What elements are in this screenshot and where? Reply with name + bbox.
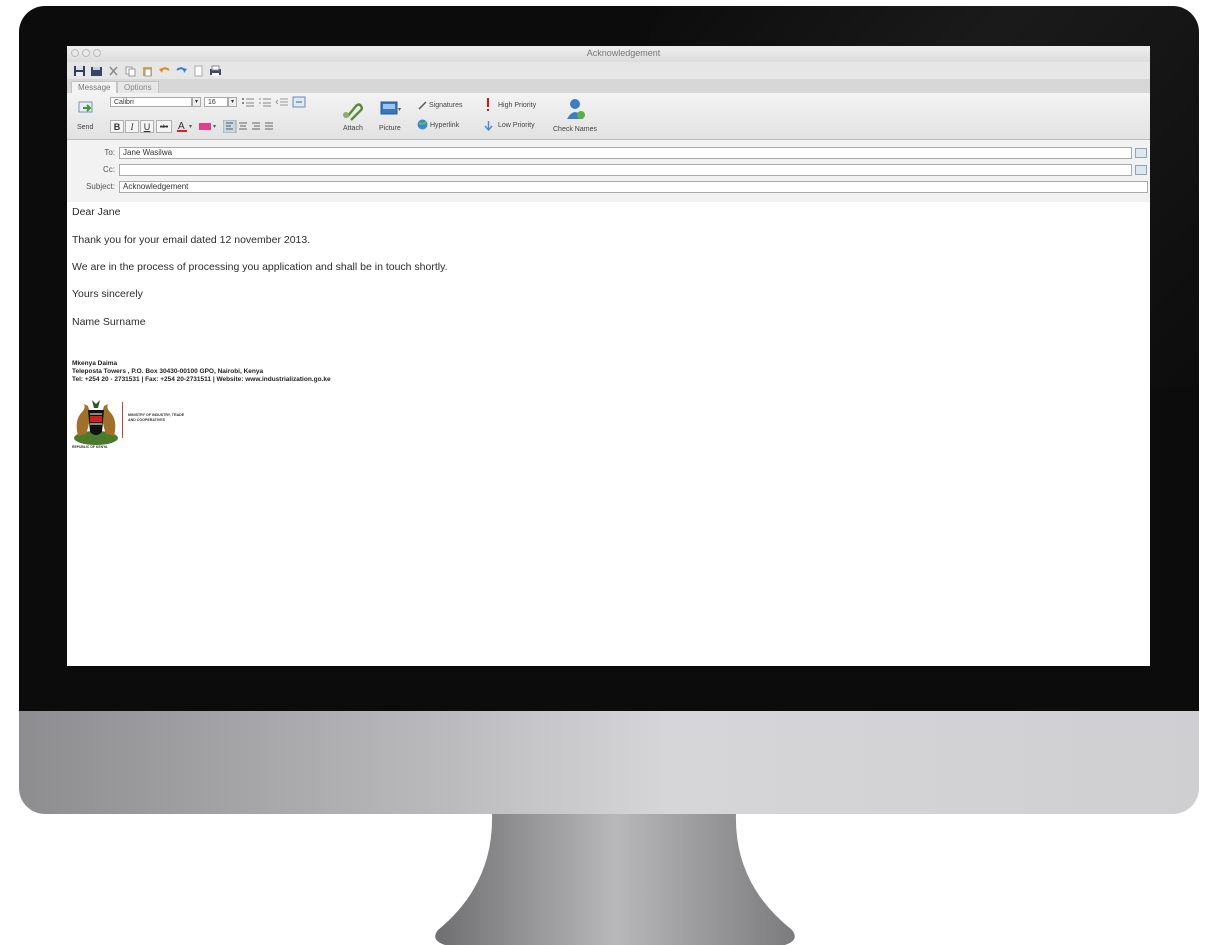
svg-text:▾: ▾ bbox=[398, 107, 401, 113]
increase-indent-icon[interactable] bbox=[292, 96, 306, 108]
republic-label: REPUBLIC OF KENYA bbox=[72, 445, 108, 449]
underline-button[interactable]: U bbox=[140, 120, 154, 133]
send-icon[interactable] bbox=[77, 99, 95, 117]
signature-contact: Tel: +254 20 - 2731531 | Fax: +254 20-27… bbox=[72, 376, 331, 383]
hyperlink-button[interactable]: Hyperlink bbox=[430, 122, 459, 129]
document-icon[interactable] bbox=[192, 65, 205, 77]
message-header: To: Jane Wasilwa Cc: Subject: Acknowledg… bbox=[67, 140, 1150, 202]
greeting-line: Dear Jane bbox=[72, 206, 121, 218]
redo-icon[interactable] bbox=[175, 65, 188, 77]
address-book-icon[interactable] bbox=[1135, 148, 1147, 158]
alignment-icon[interactable] bbox=[223, 120, 277, 133]
closing-line: Yours sincerely bbox=[72, 288, 143, 300]
font-size-dropdown-icon[interactable]: ▾ bbox=[228, 97, 237, 107]
sender-name: Name Surname bbox=[72, 316, 146, 328]
font-size-select[interactable]: 16 bbox=[204, 97, 228, 107]
high-priority-icon[interactable] bbox=[485, 98, 491, 112]
font-color-icon[interactable]: A ▾ bbox=[175, 120, 195, 133]
quick-access-toolbar bbox=[67, 62, 1150, 79]
svg-text:▾: ▾ bbox=[213, 124, 216, 130]
monitor-stand bbox=[435, 814, 795, 945]
title-bar: Acknowledgement bbox=[67, 46, 1150, 62]
subject-row: Subject: Acknowledgement bbox=[67, 181, 1150, 194]
check-names-icon[interactable] bbox=[565, 97, 587, 121]
ribbon-toolbar: Send Calibri ▾ 16 ▾ B I U abc A ▾ ▾ Attac… bbox=[67, 93, 1150, 140]
to-row: To: Jane Wasilwa bbox=[67, 147, 1150, 160]
low-priority-button[interactable]: Low Priority bbox=[498, 122, 535, 129]
ministry-name: MINISTRY OF INDUSTRY, TRADE AND COOPERAT… bbox=[128, 413, 185, 422]
bullet-list-icon[interactable] bbox=[241, 96, 255, 108]
font-name-dropdown-icon[interactable]: ▾ bbox=[192, 97, 201, 107]
highlight-color-icon[interactable]: ▾ bbox=[197, 120, 221, 133]
print-icon[interactable] bbox=[209, 65, 222, 77]
body-line-2: We are in the process of processing you … bbox=[72, 261, 448, 273]
subject-label: Subject: bbox=[86, 182, 115, 191]
ribbon-tabs: Message Options bbox=[67, 79, 1150, 94]
paperclip-icon[interactable] bbox=[341, 101, 363, 121]
undo-icon[interactable] bbox=[158, 65, 171, 77]
picture-button[interactable]: Picture bbox=[379, 125, 401, 132]
kenya-coat-of-arms-icon bbox=[74, 400, 118, 445]
cut-icon[interactable] bbox=[107, 65, 120, 77]
picture-icon[interactable]: ▾ bbox=[380, 99, 402, 117]
signature-icon[interactable] bbox=[418, 101, 428, 110]
paste-icon[interactable] bbox=[141, 65, 154, 77]
svg-text:▾: ▾ bbox=[189, 124, 192, 130]
signature-address: Teleposta Towers , P.O. Box 30430-00100 … bbox=[72, 368, 264, 375]
globe-icon[interactable] bbox=[417, 119, 428, 130]
font-name-select[interactable]: Calibri bbox=[110, 97, 192, 107]
copy-icon[interactable] bbox=[124, 65, 137, 77]
cc-row: Cc: bbox=[67, 164, 1150, 177]
cc-field[interactable] bbox=[119, 164, 1132, 176]
strikethrough-button[interactable]: abc bbox=[156, 120, 172, 133]
cc-label: Cc: bbox=[103, 165, 115, 174]
low-priority-icon[interactable] bbox=[483, 120, 494, 131]
check-names-button[interactable]: Check Names bbox=[553, 126, 597, 133]
subject-field[interactable]: Acknowledgement bbox=[119, 181, 1148, 193]
save-icon[interactable] bbox=[73, 65, 86, 77]
italic-button[interactable]: I bbox=[125, 120, 139, 133]
email-signature: Mkenya Daima Teleposta Towers , P.O. Box… bbox=[72, 360, 331, 384]
window-title: Acknowledgement bbox=[586, 48, 661, 58]
monitor-chin bbox=[19, 711, 1199, 814]
signature-org: Mkenya Daima bbox=[72, 360, 118, 367]
send-button[interactable]: Send bbox=[77, 124, 93, 131]
numbered-list-icon[interactable] bbox=[258, 96, 272, 108]
to-field[interactable]: Jane Wasilwa bbox=[119, 147, 1132, 159]
screen: Acknowledgement Message Options Send Cal… bbox=[67, 46, 1150, 666]
save-draft-icon[interactable] bbox=[90, 65, 103, 77]
decrease-indent-icon[interactable] bbox=[275, 96, 289, 108]
signatures-button[interactable]: Signatures bbox=[429, 102, 462, 109]
high-priority-button[interactable]: High Priority bbox=[498, 102, 536, 109]
to-label: To: bbox=[104, 148, 115, 157]
signature-divider bbox=[122, 402, 123, 438]
bold-button[interactable]: B bbox=[110, 120, 124, 133]
address-book-icon[interactable] bbox=[1135, 165, 1147, 175]
attach-button[interactable]: Attach bbox=[343, 125, 363, 132]
body-line-1: Thank you for your email dated 12 novemb… bbox=[72, 234, 311, 246]
